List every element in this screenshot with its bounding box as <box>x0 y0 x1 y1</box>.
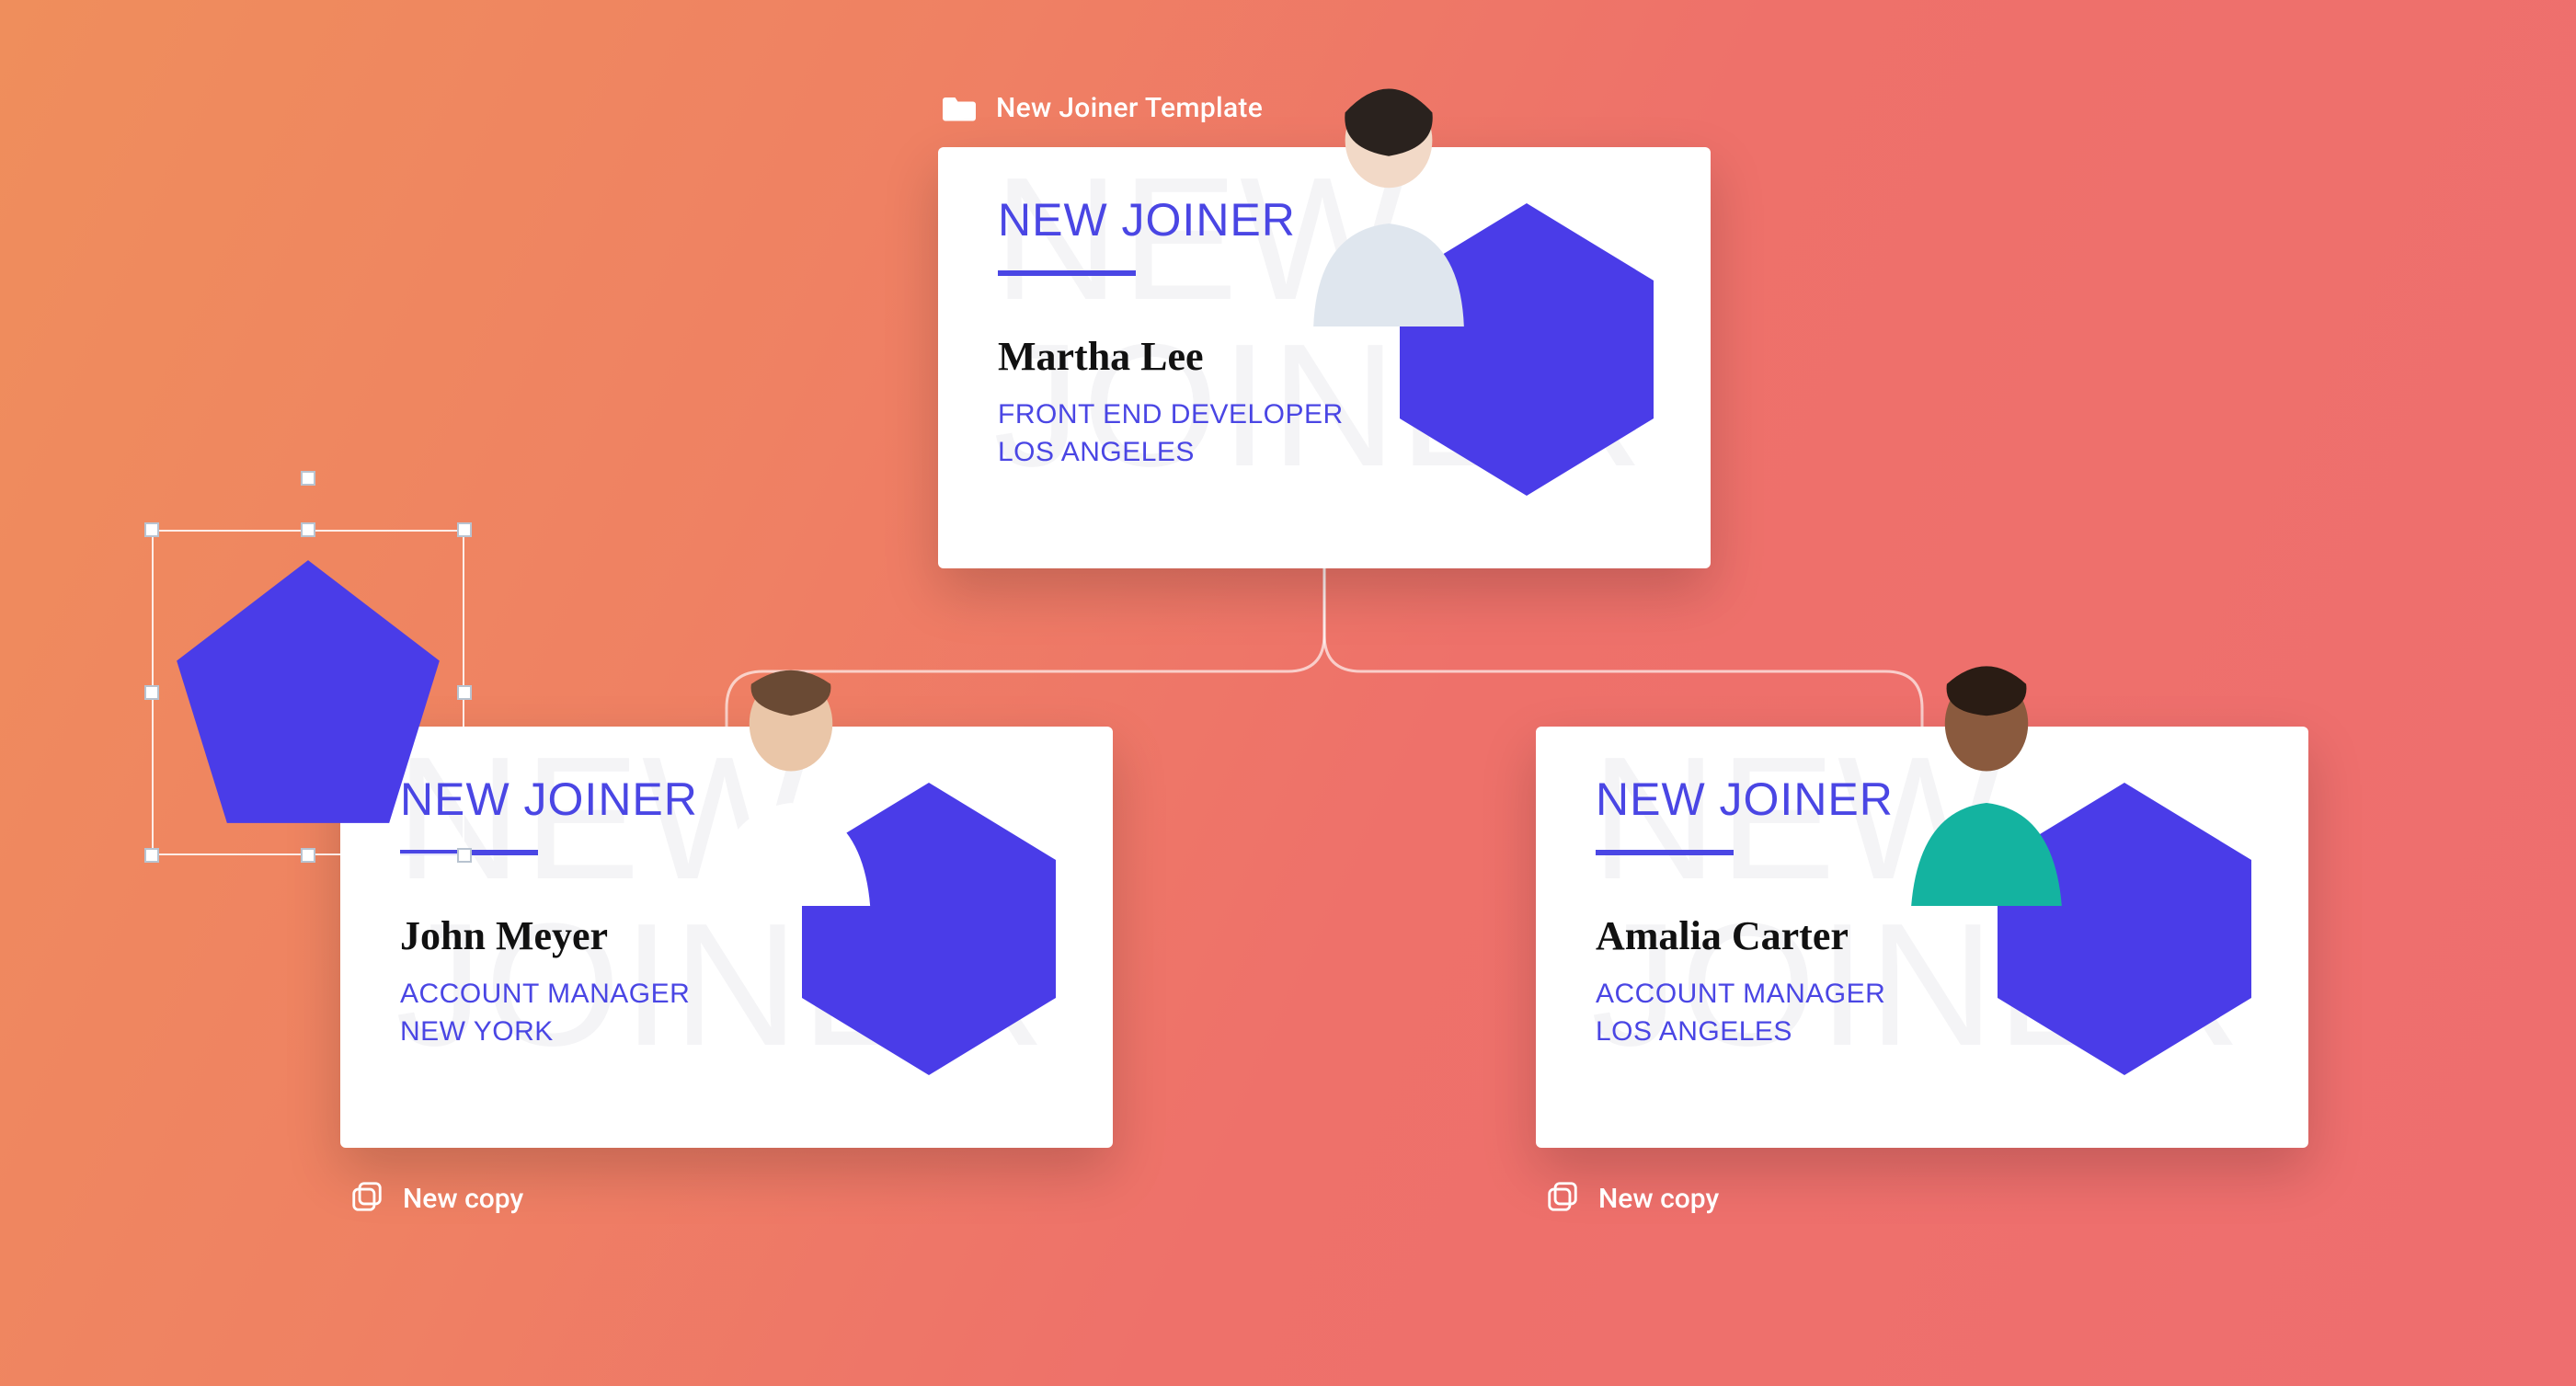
design-canvas[interactable]: New Joiner Template NEW JOINER NEW JOINE… <box>0 0 2576 1386</box>
resize-handle-top-middle[interactable] <box>301 522 315 537</box>
avatar-frame <box>1389 198 1665 501</box>
copy-label-text: New copy <box>1598 1183 1719 1215</box>
copy-label-left[interactable]: New copy <box>349 1179 523 1218</box>
copy-icon <box>349 1179 384 1218</box>
card-copy-right[interactable]: NEW JOINER NEW JOINER Amalia Carter ACCO… <box>1536 727 2308 1148</box>
avatar-placeholder <box>690 648 892 906</box>
heading-underline <box>1596 850 1734 855</box>
resize-handle-bottom-left[interactable] <box>144 848 159 863</box>
avatar-frame <box>791 777 1067 1081</box>
resize-handle-middle-right[interactable] <box>457 685 472 700</box>
selected-shape-pentagon[interactable] <box>152 478 464 855</box>
resize-handle-bottom-right[interactable] <box>457 848 472 863</box>
rotation-handle[interactable] <box>301 471 315 486</box>
resize-handle-middle-left[interactable] <box>144 685 159 700</box>
folder-icon <box>943 95 976 122</box>
avatar-placeholder <box>1288 69 1490 326</box>
resize-handle-top-left[interactable] <box>144 522 159 537</box>
card-template-master[interactable]: NEW JOINER NEW JOINER Martha Lee FRONT E… <box>938 147 1711 568</box>
resize-handle-bottom-middle[interactable] <box>301 848 315 863</box>
template-title: New Joiner Template <box>996 92 1263 124</box>
resize-handle-top-right[interactable] <box>457 522 472 537</box>
heading-underline <box>998 270 1136 276</box>
copy-label-text: New copy <box>403 1183 523 1215</box>
copy-icon <box>1545 1179 1580 1218</box>
copy-label-right[interactable]: New copy <box>1545 1179 1719 1218</box>
avatar-placeholder <box>1885 648 2088 906</box>
avatar-frame <box>1986 777 2262 1081</box>
pentagon-shape[interactable] <box>168 547 448 842</box>
template-header[interactable]: New Joiner Template <box>943 92 1263 124</box>
